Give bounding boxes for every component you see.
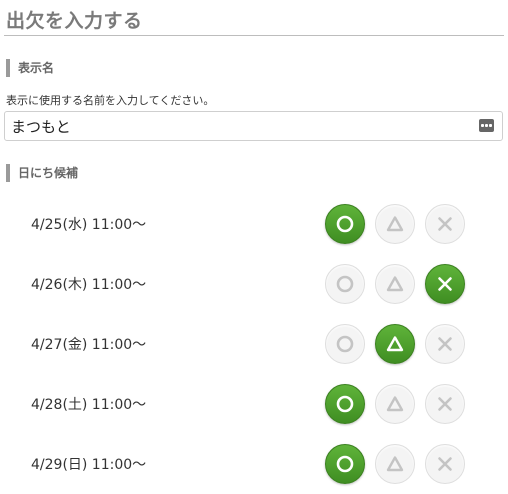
display-name-instruction: 表示に使用する名前を入力してください。	[6, 94, 215, 107]
title-divider	[4, 35, 504, 36]
page-title: 出欠を入力する	[6, 10, 143, 32]
sankaku-button[interactable]	[375, 204, 415, 244]
date-label: 4/25(水) 11:00〜	[31, 217, 147, 233]
display-name-input[interactable]	[5, 112, 477, 140]
cross-icon	[435, 394, 455, 414]
circle-icon	[335, 214, 355, 234]
date-row: 4/25(水) 11:00〜	[0, 202, 508, 246]
batsu-button[interactable]	[425, 384, 465, 424]
date-label: 4/29(日) 11:00〜	[31, 457, 147, 473]
circle-icon	[335, 274, 355, 294]
cross-icon	[435, 274, 455, 294]
sankaku-button[interactable]	[375, 444, 415, 484]
date-label: 4/27(金) 11:00〜	[31, 337, 147, 353]
cross-icon	[435, 454, 455, 474]
date-row: 4/28(土) 11:00〜	[0, 382, 508, 426]
keyboard-icon[interactable]	[479, 119, 494, 132]
sankaku-button[interactable]	[375, 264, 415, 304]
circle-icon	[335, 394, 355, 414]
display-name-field[interactable]	[4, 111, 503, 141]
maru-button[interactable]	[325, 444, 365, 484]
cross-icon	[435, 334, 455, 354]
cross-icon	[435, 214, 455, 234]
sankaku-button[interactable]	[375, 384, 415, 424]
batsu-button[interactable]	[425, 444, 465, 484]
date-row: 4/26(木) 11:00〜	[0, 262, 508, 306]
triangle-icon	[385, 274, 405, 294]
maru-button[interactable]	[325, 384, 365, 424]
batsu-button[interactable]	[425, 204, 465, 244]
maru-button[interactable]	[325, 204, 365, 244]
maru-button[interactable]	[325, 324, 365, 364]
circle-icon	[335, 454, 355, 474]
date-label: 4/26(木) 11:00〜	[31, 277, 147, 293]
date-row: 4/27(金) 11:00〜	[0, 322, 508, 366]
batsu-button[interactable]	[425, 264, 465, 304]
batsu-button[interactable]	[425, 324, 465, 364]
circle-icon	[335, 334, 355, 354]
triangle-icon	[385, 394, 405, 414]
date-candidates-heading: 日にち候補	[6, 164, 78, 182]
triangle-icon	[385, 214, 405, 234]
maru-button[interactable]	[325, 264, 365, 304]
sankaku-button[interactable]	[375, 324, 415, 364]
date-label: 4/28(土) 11:00〜	[31, 397, 147, 413]
date-row: 4/29(日) 11:00〜	[0, 442, 508, 486]
triangle-icon	[385, 334, 405, 354]
triangle-icon	[385, 454, 405, 474]
display-name-heading: 表示名	[6, 59, 54, 77]
